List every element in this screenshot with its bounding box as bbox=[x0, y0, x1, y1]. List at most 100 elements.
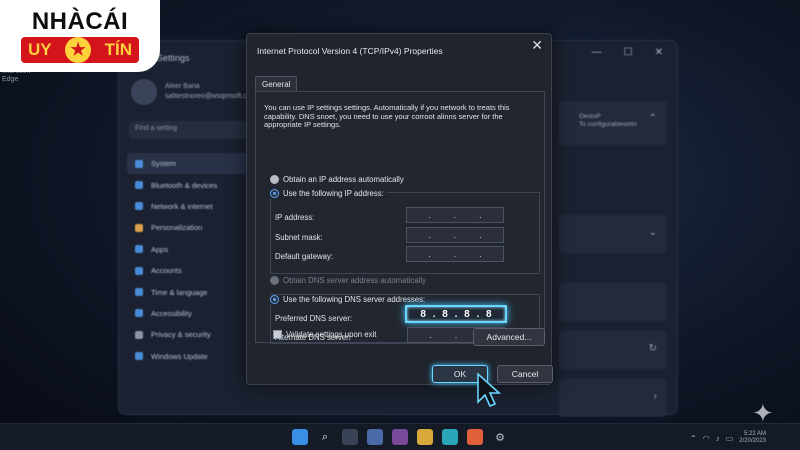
sidebar-item-windows-update[interactable]: Windows Update bbox=[127, 346, 253, 367]
sidebar-item-personalization[interactable]: Personalization bbox=[127, 217, 253, 238]
intro-text: You can use IP settings settings. Automa… bbox=[264, 103, 510, 130]
minimize-icon[interactable]: — bbox=[592, 47, 602, 58]
user-name: Aleer Bana bbox=[165, 83, 200, 91]
radio-selected-icon[interactable] bbox=[270, 189, 279, 198]
photos-icon[interactable] bbox=[467, 429, 483, 445]
user-email: saltiestnoreo@wsqmsoft.cc bbox=[165, 93, 251, 100]
sidebar-item-label: System bbox=[151, 159, 177, 169]
dot: . bbox=[453, 230, 457, 240]
preferred-dns-label: Preferred DNS server: bbox=[275, 314, 353, 323]
file-explorer-icon[interactable] bbox=[342, 429, 358, 445]
dot: . bbox=[428, 210, 431, 220]
chevron-down-icon: ⌄ bbox=[648, 227, 657, 238]
sidebar-item-label: Time & language bbox=[151, 287, 208, 297]
system-tray: ⌃ ◠ ♪ ▭ 5:22 AM 2/20/2023 bbox=[690, 431, 766, 445]
sidebar-item-accounts[interactable]: Accounts bbox=[127, 260, 253, 281]
battery-icon[interactable]: ▭ bbox=[726, 434, 734, 443]
obtain-dns-auto-option[interactable]: Obtain DNS server address automatically bbox=[270, 276, 426, 285]
accessibility-icon bbox=[135, 309, 143, 318]
logo-line2-left: UY bbox=[28, 39, 52, 59]
logo-line1: NHÀCÁI bbox=[31, 7, 129, 35]
obtain-ip-auto-option[interactable]: Obtain an IP address automatically bbox=[270, 175, 404, 184]
user-info: Aleer Bana saltiestnoreo@wsqmsoft.cc bbox=[165, 82, 250, 102]
mail-icon[interactable] bbox=[392, 429, 408, 445]
sidebar-item-label: Windows Update bbox=[151, 351, 208, 361]
option-label: Use the following IP address: bbox=[283, 189, 384, 198]
maximize-icon[interactable]: ☐ bbox=[624, 47, 633, 58]
system-icon bbox=[135, 159, 143, 168]
general-tab-panel: You can use IP settings settings. Automa… bbox=[255, 91, 545, 344]
store-icon[interactable] bbox=[367, 429, 383, 445]
shield-icon bbox=[135, 330, 143, 339]
search-input[interactable]: Find a setting bbox=[129, 121, 249, 139]
subnet-mask-field[interactable]: ... bbox=[406, 227, 504, 243]
sidebar-item-privacy[interactable]: Privacy & security bbox=[127, 324, 253, 345]
brush-icon bbox=[135, 223, 143, 232]
volume-icon[interactable]: ♪ bbox=[716, 434, 720, 443]
validate-settings-checkbox[interactable]: Validate settings upon exit bbox=[273, 330, 376, 339]
globe-icon bbox=[135, 288, 143, 297]
settings-nav: System Bluetooth & devices Network & int… bbox=[127, 153, 253, 367]
sidebar-item-bluetooth[interactable]: Bluetooth & devices bbox=[127, 174, 253, 195]
settings-card[interactable]: ⌄ bbox=[559, 215, 667, 253]
external-link-icon: ↻ bbox=[648, 343, 657, 354]
sidebar-item-time-language[interactable]: Time & language bbox=[127, 281, 253, 302]
settings-card[interactable] bbox=[559, 283, 667, 321]
dot: . bbox=[429, 330, 432, 340]
windows-icon[interactable] bbox=[292, 429, 308, 445]
dot: . bbox=[453, 249, 457, 259]
folder-icon[interactable] bbox=[417, 429, 433, 445]
settings-card[interactable]: GestoP To configurablesmin ⌃ bbox=[559, 101, 667, 145]
subnet-mask-label: Subnet mask: bbox=[275, 233, 323, 242]
checkbox-label: Validate settings upon exit bbox=[286, 330, 377, 339]
dot: . bbox=[479, 210, 482, 220]
cancel-button[interactable]: Cancel bbox=[497, 365, 553, 383]
tab-general[interactable]: General bbox=[255, 76, 298, 92]
radio-icon[interactable] bbox=[270, 276, 279, 285]
settings-icon[interactable]: ⚙ bbox=[492, 429, 508, 445]
user-profile[interactable]: Aleer Bana saltiestnoreo@wsqmsoft.cc bbox=[131, 79, 250, 105]
time-text: 5:22 AM bbox=[743, 431, 766, 437]
default-gateway-field[interactable]: ... bbox=[406, 246, 504, 262]
close-icon[interactable]: ✕ bbox=[531, 37, 543, 54]
sidebar-item-label: Bluetooth & devices bbox=[151, 180, 218, 190]
checkbox-icon[interactable] bbox=[273, 330, 282, 339]
dot: . bbox=[428, 249, 431, 259]
chevron-up-icon[interactable]: ⌃ bbox=[690, 434, 697, 443]
avatar bbox=[131, 79, 157, 105]
octet: 8 bbox=[486, 308, 492, 320]
sidebar-item-apps[interactable]: Apps bbox=[127, 239, 253, 260]
octet: 8 bbox=[464, 308, 470, 320]
nhacai-uytin-logo: NHÀCÁI UY ★ TÍN bbox=[0, 0, 160, 72]
window-controls: — ☐ ✕ bbox=[592, 47, 663, 58]
preferred-dns-field[interactable]: 8 . 8 . 8 . 8 bbox=[405, 305, 507, 323]
dot: . bbox=[432, 308, 436, 320]
close-icon[interactable]: ✕ bbox=[655, 47, 663, 58]
use-following-ip-option[interactable]: Use the following IP address: bbox=[270, 189, 387, 198]
logo-bar: UY ★ TÍN bbox=[21, 36, 139, 63]
tcpip-properties-dialog: Internet Protocol Version 4 (TCP/IPv4) P… bbox=[246, 33, 553, 385]
clock[interactable]: 5:22 AM 2/20/2023 bbox=[739, 431, 766, 445]
network-icon bbox=[135, 202, 143, 211]
settings-card[interactable]: › bbox=[559, 379, 667, 417]
accounts-icon bbox=[135, 266, 143, 275]
edge-icon[interactable] bbox=[442, 429, 458, 445]
sidebar-item-label: Apps bbox=[151, 244, 169, 254]
radio-icon[interactable] bbox=[270, 175, 279, 184]
octet: 8 bbox=[420, 308, 426, 320]
ip-address-label: IP address: bbox=[275, 213, 315, 222]
option-label: Obtain DNS server address automatically bbox=[283, 276, 427, 285]
settings-card[interactable]: ↻ bbox=[559, 331, 667, 369]
sidebar-item-accessibility[interactable]: Accessibility bbox=[127, 303, 253, 324]
sidebar-item-system[interactable]: System bbox=[127, 153, 253, 175]
sidebar-item-label: Privacy & security bbox=[151, 330, 211, 340]
advanced-button[interactable]: Advanced... bbox=[473, 328, 545, 346]
sidebar-item-network[interactable]: Network & internet bbox=[127, 196, 253, 217]
radio-selected-icon[interactable] bbox=[270, 295, 279, 304]
option-label: Obtain an IP address automatically bbox=[283, 175, 404, 184]
ip-address-field[interactable]: ... bbox=[406, 207, 504, 223]
settings-title: Settings bbox=[157, 53, 190, 63]
use-following-dns-option[interactable]: Use the following DNS server addresses: bbox=[270, 295, 429, 304]
wifi-icon[interactable]: ◠ bbox=[703, 434, 710, 443]
search-icon[interactable]: ⌕ bbox=[317, 429, 333, 445]
